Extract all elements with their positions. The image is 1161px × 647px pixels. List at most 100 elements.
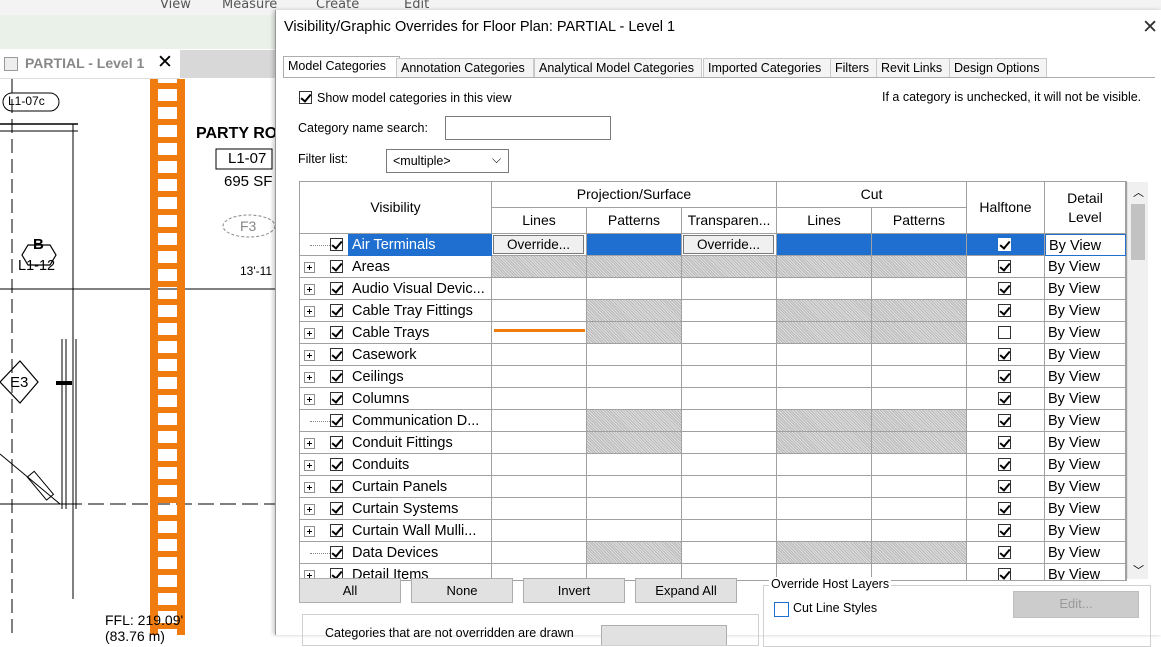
halftone-checkbox[interactable] xyxy=(998,326,1011,339)
expand-icon[interactable] xyxy=(304,328,315,339)
visibility-checkbox[interactable] xyxy=(330,260,343,273)
proj-lines-cell[interactable] xyxy=(492,322,587,344)
transparency-cell[interactable] xyxy=(682,300,777,322)
table-row[interactable]: Audio Visual Devic... By View xyxy=(300,278,1126,300)
table-row[interactable]: Data Devices By View xyxy=(300,542,1126,564)
proj-lines-cell[interactable] xyxy=(492,476,587,498)
visibility-cell[interactable]: Columns xyxy=(300,388,492,410)
visibility-cell[interactable]: Air Terminals xyxy=(300,234,492,256)
proj-lines-cell[interactable] xyxy=(492,542,587,564)
halftone-cell[interactable] xyxy=(967,454,1045,476)
detail-level-cell[interactable]: By View xyxy=(1045,234,1126,256)
visibility-cell[interactable]: Curtain Wall Mulli... xyxy=(300,520,492,542)
cut-patterns-cell[interactable] xyxy=(872,366,967,388)
halftone-cell[interactable] xyxy=(967,234,1045,256)
halftone-cell[interactable] xyxy=(967,498,1045,520)
table-row[interactable]: Ceilings By View xyxy=(300,366,1126,388)
transparency-cell[interactable] xyxy=(682,366,777,388)
transparency-cell[interactable] xyxy=(682,542,777,564)
transparency-cell[interactable] xyxy=(682,256,777,278)
halftone-checkbox[interactable] xyxy=(998,392,1011,405)
cut-patterns-cell[interactable] xyxy=(872,432,967,454)
table-row[interactable]: Cable Tray Fittings By View xyxy=(300,300,1126,322)
detail-level-cell[interactable]: By View xyxy=(1045,410,1126,432)
halftone-checkbox[interactable] xyxy=(998,348,1011,361)
cut-lines-cell[interactable] xyxy=(777,498,872,520)
proj-lines-cell[interactable] xyxy=(492,278,587,300)
visibility-cell[interactable]: Ceilings xyxy=(300,366,492,388)
proj-patterns-cell[interactable] xyxy=(587,520,682,542)
detail-level-cell[interactable]: By View xyxy=(1045,498,1126,520)
table-row[interactable]: Curtain Systems By View xyxy=(300,498,1126,520)
transparency-cell[interactable] xyxy=(682,498,777,520)
cut-lines-cell[interactable] xyxy=(777,520,872,542)
visibility-checkbox[interactable] xyxy=(330,458,343,471)
header-detail-level[interactable]: Detail Level xyxy=(1045,182,1126,234)
halftone-cell[interactable] xyxy=(967,256,1045,278)
cut-lines-cell[interactable] xyxy=(777,234,872,256)
cut-patterns-cell[interactable] xyxy=(872,234,967,256)
expand-icon[interactable] xyxy=(304,350,315,361)
transparency-cell[interactable] xyxy=(682,388,777,410)
visibility-checkbox[interactable] xyxy=(330,326,343,339)
proj-patterns-cell[interactable] xyxy=(587,476,682,498)
proj-lines-cell[interactable] xyxy=(492,256,587,278)
detail-level-cell[interactable]: By View xyxy=(1045,476,1126,498)
cut-patterns-cell[interactable] xyxy=(872,454,967,476)
halftone-checkbox[interactable] xyxy=(998,304,1011,317)
proj-patterns-cell[interactable] xyxy=(587,366,682,388)
detail-level-cell[interactable]: By View xyxy=(1045,388,1126,410)
proj-lines-cell[interactable] xyxy=(492,366,587,388)
table-row[interactable]: Curtain Panels By View xyxy=(300,476,1126,498)
halftone-checkbox[interactable] xyxy=(998,238,1011,251)
visibility-checkbox[interactable] xyxy=(330,436,343,449)
proj-lines-cell[interactable] xyxy=(492,410,587,432)
expand-icon[interactable] xyxy=(304,262,315,273)
visibility-checkbox[interactable] xyxy=(330,282,343,295)
detail-level-cell[interactable]: By View xyxy=(1045,300,1126,322)
cut-patterns-cell[interactable] xyxy=(872,476,967,498)
halftone-cell[interactable] xyxy=(967,564,1045,580)
expand-icon[interactable] xyxy=(304,438,315,449)
proj-lines-cell[interactable] xyxy=(492,454,587,476)
visibility-cell[interactable]: Casework xyxy=(300,344,492,366)
table-row[interactable]: Conduit Fittings By View xyxy=(300,432,1126,454)
transparency-cell[interactable] xyxy=(682,476,777,498)
halftone-cell[interactable] xyxy=(967,300,1045,322)
visibility-checkbox[interactable] xyxy=(330,348,343,361)
proj-lines-cell[interactable] xyxy=(492,432,587,454)
visibility-cell[interactable]: Audio Visual Devic... xyxy=(300,278,492,300)
filter-list-select[interactable]: <multiple> ⌵ xyxy=(386,149,509,173)
proj-patterns-cell[interactable] xyxy=(587,256,682,278)
cut-lines-cell[interactable] xyxy=(777,300,872,322)
detail-level-cell[interactable]: By View xyxy=(1045,344,1126,366)
visibility-cell[interactable]: Conduit Fittings xyxy=(300,432,492,454)
transparency-cell[interactable] xyxy=(682,278,777,300)
cut-lines-cell[interactable] xyxy=(777,366,872,388)
detail-level-cell[interactable]: By View xyxy=(1045,322,1126,344)
scroll-up-icon[interactable]: ︿ xyxy=(1133,184,1144,200)
proj-patterns-cell[interactable] xyxy=(587,388,682,410)
halftone-checkbox[interactable] xyxy=(998,502,1011,515)
halftone-checkbox[interactable] xyxy=(998,480,1011,493)
transparency-cell[interactable] xyxy=(682,322,777,344)
detail-level-cell[interactable]: By View xyxy=(1045,520,1126,542)
object-styles-button[interactable] xyxy=(601,625,727,645)
close-icon[interactable]: ✕ xyxy=(1142,16,1158,38)
tab-revit-links[interactable]: Revit Links xyxy=(876,58,950,77)
detail-level-cell[interactable]: By View xyxy=(1045,542,1126,564)
halftone-cell[interactable] xyxy=(967,432,1045,454)
proj-patterns-cell[interactable] xyxy=(587,542,682,564)
cut-lines-cell[interactable] xyxy=(777,454,872,476)
header-visibility[interactable]: Visibility xyxy=(300,182,492,234)
proj-lines-cell[interactable]: Override... xyxy=(492,234,587,256)
table-row[interactable]: Columns By View xyxy=(300,388,1126,410)
visibility-cell[interactable]: Communication D... xyxy=(300,410,492,432)
visibility-checkbox[interactable] xyxy=(330,502,343,515)
tab-annotation-categories[interactable]: Annotation Categories xyxy=(396,58,534,77)
halftone-checkbox[interactable] xyxy=(998,458,1011,471)
expand-icon[interactable] xyxy=(304,306,315,317)
header-halftone[interactable]: Halftone xyxy=(967,182,1045,234)
table-row[interactable]: Communication D... By View xyxy=(300,410,1126,432)
halftone-cell[interactable] xyxy=(967,410,1045,432)
